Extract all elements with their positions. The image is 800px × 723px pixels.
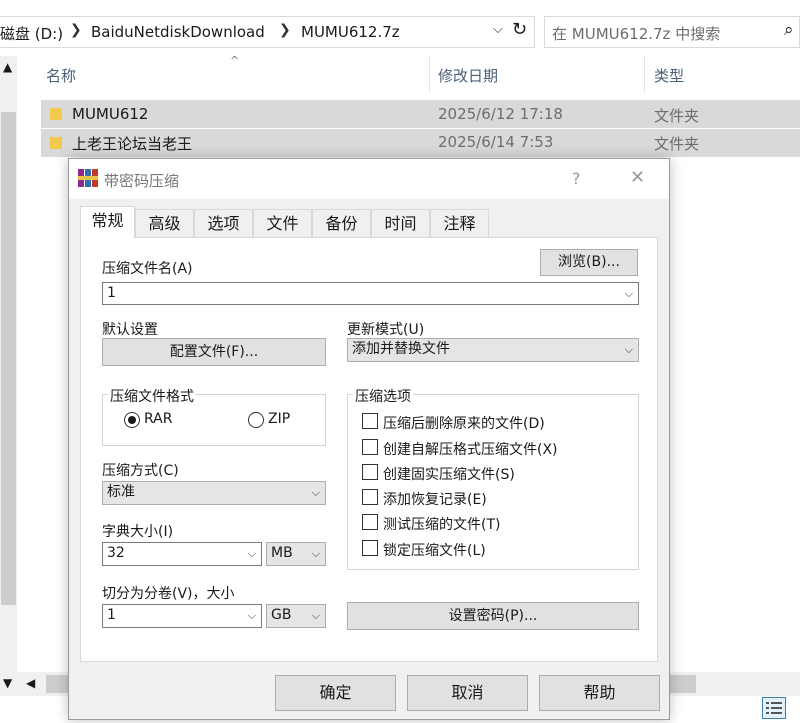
chevron-down-icon[interactable]: ⌵ [312, 543, 320, 564]
file-type: 文件夹 [654, 107, 700, 125]
active-tab-joint [81, 236, 134, 238]
help-icon[interactable]: ? [572, 169, 581, 188]
breadcrumb-folder[interactable]: BaiduNetdiskDownload [91, 23, 265, 41]
dict-unit-select[interactable]: MB ⌵ [266, 542, 326, 566]
method-value: 标准 [107, 484, 135, 500]
scroll-down-icon[interactable]: ▼ [3, 676, 12, 690]
split-unit-select[interactable]: GB ⌵ [266, 604, 326, 628]
sort-caret-icon: ^ [230, 54, 240, 67]
ok-button[interactable]: 确定 [275, 675, 396, 711]
scroll-left-icon[interactable]: ◀ [26, 676, 35, 690]
split-size-value: 1 [107, 607, 116, 623]
tab-options[interactable]: 选项 [194, 209, 253, 238]
file-date: 2025/6/12 17:18 [438, 105, 563, 123]
option-checkbox[interactable] [362, 413, 378, 429]
option-label[interactable]: 压缩后删除原来的文件(D) [383, 413, 545, 433]
browse-button[interactable]: 浏览(B)... [540, 249, 638, 276]
column-divider[interactable] [429, 56, 430, 92]
search-input[interactable]: 在 MUMU612.7z 中搜索 [552, 23, 720, 44]
archive-name-label: 压缩文件名(A) [102, 261, 193, 277]
breadcrumb-drive[interactable]: 磁盘 (D:) [0, 23, 63, 44]
tab-backup[interactable]: 备份 [312, 209, 371, 238]
refresh-icon[interactable]: ↻ [512, 19, 527, 40]
dict-size-value: 32 [107, 545, 125, 561]
option-checkbox[interactable] [362, 540, 378, 556]
help-button[interactable]: 帮助 [539, 675, 660, 711]
method-select[interactable]: 标准 ⌵ [102, 481, 326, 505]
folder-icon [50, 108, 62, 120]
scroll-up-icon[interactable]: ▲ [3, 60, 12, 74]
column-header-date[interactable]: 修改日期 [438, 65, 498, 86]
rar-radio[interactable] [124, 412, 140, 428]
chevron-down-icon[interactable]: ⌵ [248, 543, 256, 564]
chevron-down-icon[interactable]: ⌵ [312, 482, 320, 503]
close-icon[interactable]: ✕ [630, 167, 645, 188]
option-checkbox[interactable] [362, 489, 378, 505]
option-checkbox[interactable] [362, 439, 378, 455]
file-date: 2025/6/14 7:53 [438, 133, 554, 151]
set-password-button[interactable]: 设置密码(P)... [347, 602, 639, 630]
split-unit-value: GB [271, 607, 292, 623]
chevron-down-icon[interactable]: ⌵ [625, 283, 633, 304]
tab-files[interactable]: 文件 [253, 209, 312, 238]
dict-label: 字典大小(I) [102, 524, 174, 540]
archive-options-label: 压缩选项 [353, 386, 413, 406]
column-header-type[interactable]: 类型 [654, 65, 684, 86]
tab-comment[interactable]: 注释 [430, 209, 489, 238]
breadcrumb-separator-icon: ❯ [70, 22, 82, 38]
split-size-input[interactable]: 1 ⌵ [102, 604, 262, 628]
default-settings-label: 默认设置 [102, 322, 158, 338]
address-dropdown-icon[interactable]: ⌵ [493, 22, 503, 37]
vertical-scroll-thumb[interactable] [1, 112, 16, 605]
radio-dot [128, 416, 136, 424]
dialog-title: 带密码压缩 [104, 172, 180, 190]
zip-radio[interactable] [248, 412, 264, 428]
column-divider[interactable] [644, 56, 645, 92]
folder-icon [50, 137, 62, 149]
tab-general[interactable]: 常规 [80, 206, 135, 238]
tab-advanced[interactable]: 高级 [135, 209, 194, 238]
window-top-strip [0, 0, 800, 14]
rar-label[interactable]: RAR [144, 411, 172, 427]
update-mode-value: 添加并替换文件 [352, 341, 450, 357]
option-label[interactable]: 添加恢复记录(E) [383, 489, 487, 509]
breadcrumb-separator-icon: ❯ [279, 22, 291, 38]
search-icon[interactable]: ⌕ [784, 20, 794, 40]
zip-label[interactable]: ZIP [268, 411, 290, 427]
column-header-name[interactable]: 名称 [46, 65, 76, 86]
cancel-button[interactable]: 取消 [407, 675, 528, 711]
breadcrumb-current[interactable]: MUMU612.7z [301, 23, 400, 41]
file-name[interactable]: MUMU612 [72, 105, 148, 123]
option-checkbox[interactable] [362, 464, 378, 480]
archive-name-input[interactable]: 1 ⌵ [102, 282, 639, 305]
update-mode-label: 更新模式(U) [347, 322, 425, 338]
method-label: 压缩方式(C) [102, 463, 179, 479]
dict-unit-value: MB [271, 545, 293, 561]
winrar-logo-icon [78, 169, 98, 187]
chevron-down-icon[interactable]: ⌵ [625, 339, 633, 360]
profiles-button[interactable]: 配置文件(F)... [102, 338, 326, 366]
option-checkbox[interactable] [362, 514, 378, 530]
file-type: 文件夹 [654, 135, 700, 153]
tab-time[interactable]: 时间 [371, 209, 430, 238]
file-name[interactable]: 上老王论坛当老王 [72, 133, 192, 154]
archive-name-value: 1 [107, 285, 116, 301]
option-label[interactable]: 创建自解压格式压缩文件(X) [383, 439, 558, 459]
option-label[interactable]: 测试压缩的文件(T) [383, 514, 500, 534]
archive-format-label: 压缩文件格式 [108, 386, 196, 406]
update-mode-select[interactable]: 添加并替换文件 ⌵ [347, 338, 639, 362]
chevron-down-icon[interactable]: ⌵ [312, 605, 320, 626]
option-label[interactable]: 创建固实压缩文件(S) [383, 464, 515, 484]
details-view-icon[interactable] [762, 697, 786, 719]
dict-size-input[interactable]: 32 ⌵ [102, 542, 262, 566]
option-label[interactable]: 锁定压缩文件(L) [383, 540, 486, 560]
chevron-down-icon[interactable]: ⌵ [248, 605, 256, 626]
split-label: 切分为分卷(V)，大小 [102, 586, 235, 602]
